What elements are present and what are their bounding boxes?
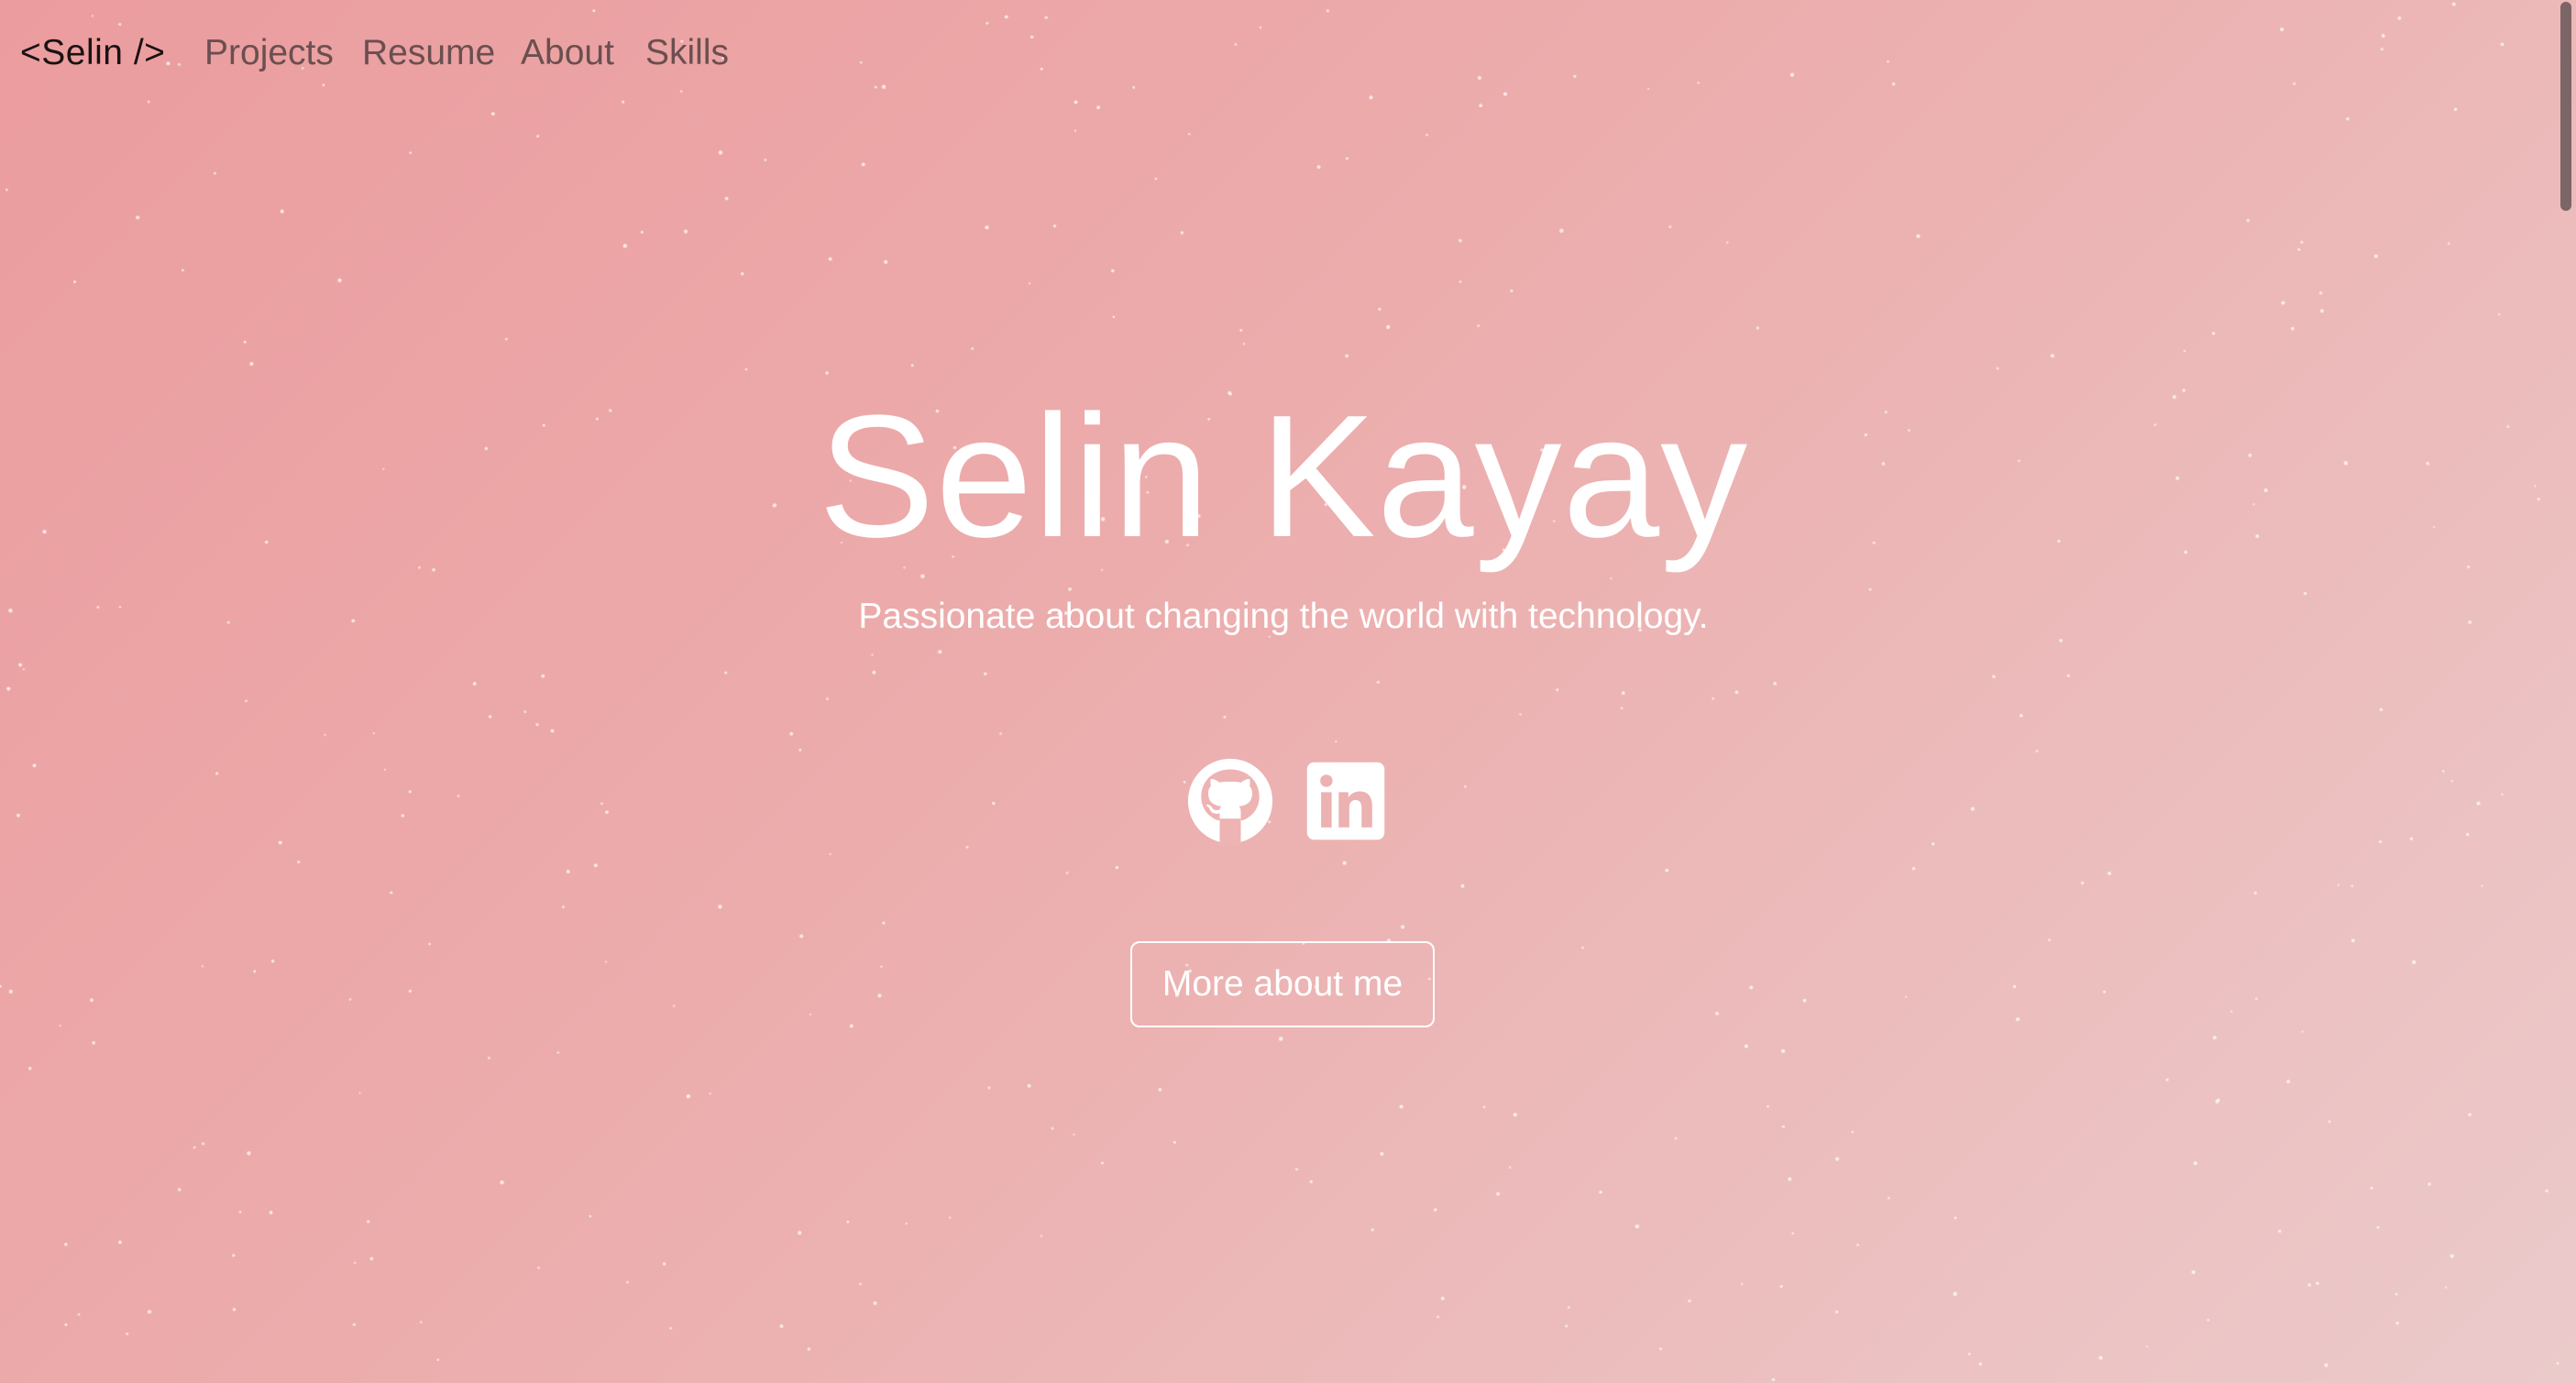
hero-tagline: Passionate about changing the world with… [858,597,1709,636]
nav-link-about[interactable]: About [521,33,614,73]
linkedin-icon [1306,762,1385,840]
hero-name: Selin Kayay [818,379,1749,574]
nav-link-projects[interactable]: Projects [204,33,334,73]
starfield-background [0,0,2576,1383]
scrollbar-thumb[interactable] [2560,2,2571,211]
more-about-me-button[interactable]: More about me [1130,941,1435,1027]
nav-link-resume[interactable]: Resume [362,33,495,73]
nav-link-skills[interactable]: Skills [645,33,729,73]
brand-logo[interactable]: <Selin /> [20,33,165,73]
linkedin-link[interactable] [1300,757,1392,845]
github-icon [1187,758,1273,845]
scrollbar[interactable] [2556,0,2576,1383]
github-link[interactable] [1184,757,1276,845]
